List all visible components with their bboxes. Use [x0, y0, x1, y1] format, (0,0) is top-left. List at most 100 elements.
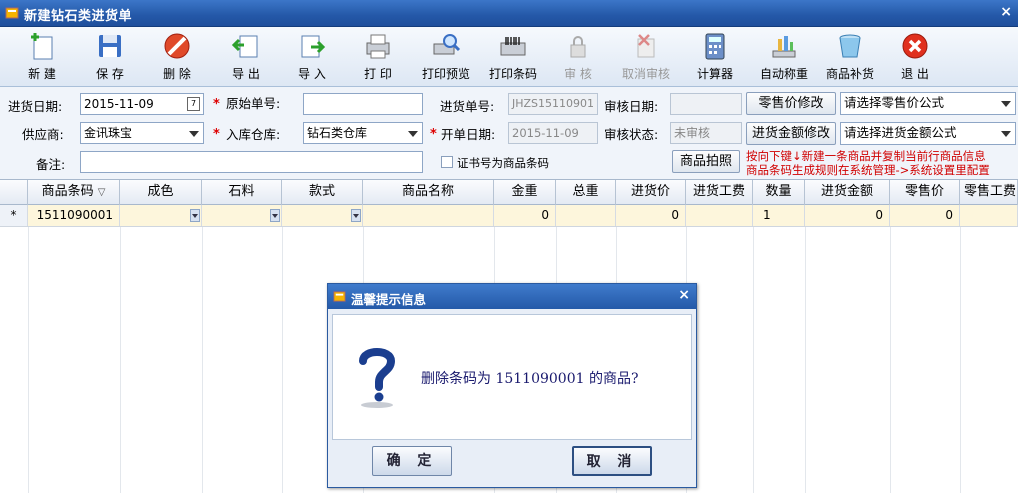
import-icon [301, 35, 326, 58]
sort-icon: ▽ [97, 187, 106, 198]
print-button[interactable]: 打 印 [356, 31, 400, 82]
dropdown-icon[interactable] [351, 209, 361, 222]
window-close-icon[interactable]: × [1000, 4, 1012, 20]
audit-button[interactable]: 审 核 [558, 31, 598, 82]
purchase-no-input[interactable]: JHZS15110901 [508, 93, 598, 115]
cancel-audit-button[interactable]: 取消审核 [618, 31, 674, 82]
chevron-down-icon [408, 131, 418, 137]
column-header[interactable]: 石料 [202, 180, 282, 205]
open-date-label: 开单日期: [441, 127, 496, 142]
quantity-cell[interactable]: 1 [753, 205, 805, 226]
import-button[interactable]: 导 入 [290, 31, 334, 82]
amount-formula-select[interactable]: 请选择进货金额公式 [840, 122, 1016, 145]
bucket-icon [839, 34, 861, 58]
retail-price-edit-button[interactable]: 零售价修改 [746, 92, 836, 115]
print-barcode-button[interactable]: 打印条码 [485, 31, 541, 82]
toolbar: 新 建 保 存 删 除 导 出 导 入 打 印 打印预览 打印条码 审 核 取消… [0, 27, 1018, 87]
dialog-body: 删除条码为 1511090001 的商品? [332, 314, 692, 440]
app-icon [5, 7, 19, 19]
hint-line-2: 商品条码生成规则在系统管理->系统设置里配置 [746, 163, 990, 177]
labor-cost-cell[interactable] [686, 205, 753, 226]
barcode-printer-icon [500, 37, 526, 56]
remark-input[interactable] [80, 151, 423, 173]
restock-button[interactable]: 商品补货 [822, 31, 878, 82]
column-header[interactable]: 款式 [282, 180, 363, 205]
grid-line [960, 227, 961, 493]
column-header[interactable]: 商品条码 ▽ [28, 180, 120, 205]
dialog-close-icon[interactable]: × [678, 287, 690, 303]
retail-price-cell[interactable]: 0 [890, 205, 960, 226]
audit-status-input[interactable]: 未审核 [670, 122, 742, 144]
purchase-amount-cell[interactable]: 0 [805, 205, 890, 226]
purchase-date-input[interactable]: 2015-11-09 7 [80, 93, 204, 115]
row-marker: * [0, 205, 28, 226]
open-date-input[interactable]: 2015-11-09 [508, 122, 598, 144]
column-header[interactable]: 总重 [556, 180, 616, 205]
cancel-button[interactable]: 取 消 [572, 446, 652, 476]
warehouse-label: 入库仓库: [226, 127, 281, 142]
column-header[interactable]: 数量 [753, 180, 805, 205]
cancel-audit-icon [637, 34, 655, 58]
dialog-title: 温馨提示信息 [351, 292, 427, 307]
ok-button[interactable]: 确 定 [372, 446, 452, 476]
auto-weigh-button[interactable]: 自动称重 [756, 31, 812, 82]
column-header[interactable]: 成色 [120, 180, 202, 205]
remark-label: 备注: [36, 157, 66, 172]
stone-cell[interactable] [202, 205, 282, 226]
product-photo-button[interactable]: 商品拍照 [672, 150, 740, 173]
grid-line [890, 227, 891, 493]
new-button[interactable]: 新 建 [22, 31, 62, 82]
retail-labor-cell[interactable] [960, 205, 1018, 226]
calendar-icon[interactable]: 7 [187, 97, 200, 111]
hint-line-1: 按向下键↓新建一条商品并复制当前行商品信息 [746, 149, 986, 163]
dialog-message: 删除条码为 1511090001 的商品? [421, 371, 639, 387]
confirm-dialog: 温馨提示信息 × 删除条码为 1511090001 的商品? 确 定 取 消 [327, 283, 697, 488]
original-no-input[interactable] [303, 93, 423, 115]
gold-weight-cell[interactable]: 0 [494, 205, 556, 226]
dropdown-icon[interactable] [270, 209, 280, 222]
required-mark: * [430, 127, 437, 142]
name-cell[interactable] [363, 205, 494, 226]
original-no-label: 原始单号: [226, 96, 281, 111]
retail-formula-select[interactable]: 请选择零售价公式 [840, 92, 1016, 115]
purchase-date-label: 进货日期: [8, 99, 63, 114]
window-title: 新建钻石类进货单 [24, 9, 133, 24]
dialog-titlebar: 温馨提示信息 × [328, 284, 696, 309]
audit-date-input[interactable] [670, 93, 742, 115]
barcode-cell[interactable]: 1511090001 [28, 205, 120, 226]
amount-edit-button[interactable]: 进货金额修改 [746, 122, 836, 145]
save-icon [99, 35, 121, 57]
column-header[interactable]: 进货金额 [805, 180, 890, 205]
grid-header: 商品条码 ▽ 成色 石料 款式 商品名称 金重 总重 进货价 进货工费 数量 进… [0, 179, 1018, 205]
column-header[interactable]: 进货价 [616, 180, 686, 205]
column-header[interactable]: 零售价 [890, 180, 960, 205]
style-cell[interactable] [282, 205, 363, 226]
column-header[interactable]: 零售工费 [960, 180, 1018, 205]
grid-line [202, 227, 203, 493]
print-preview-icon [433, 34, 461, 55]
purchase-no-label: 进货单号: [440, 99, 495, 114]
column-header[interactable]: 进货工费 [686, 180, 753, 205]
grid-line [28, 227, 29, 493]
required-mark: * [213, 127, 220, 142]
audit-status-label: 审核状态: [604, 127, 659, 142]
audit-date-label: 审核日期: [604, 99, 659, 114]
delete-button[interactable]: 删 除 [155, 31, 199, 82]
column-header[interactable]: 商品名称 [363, 180, 494, 205]
cert-barcode-checkbox[interactable] [441, 156, 453, 168]
supplier-select[interactable]: 金讯珠宝 [80, 122, 204, 144]
calculator-button[interactable]: 计算器 [693, 31, 737, 82]
chevron-down-icon [189, 131, 199, 137]
purchase-price-cell[interactable]: 0 [616, 205, 686, 226]
exit-button[interactable]: 退 出 [893, 31, 937, 82]
print-preview-button[interactable]: 打印预览 [418, 31, 474, 82]
save-button[interactable]: 保 存 [88, 31, 132, 82]
purity-cell[interactable] [120, 205, 202, 226]
warehouse-select[interactable]: 钻石类仓库 [303, 122, 423, 144]
print-icon [366, 34, 390, 59]
dropdown-icon[interactable] [190, 209, 200, 222]
column-header[interactable]: 金重 [494, 180, 556, 205]
table-row[interactable]: * 1511090001 0 0 1 0 0 [0, 205, 1018, 227]
total-weight-cell[interactable] [556, 205, 616, 226]
export-button[interactable]: 导 出 [224, 31, 268, 82]
